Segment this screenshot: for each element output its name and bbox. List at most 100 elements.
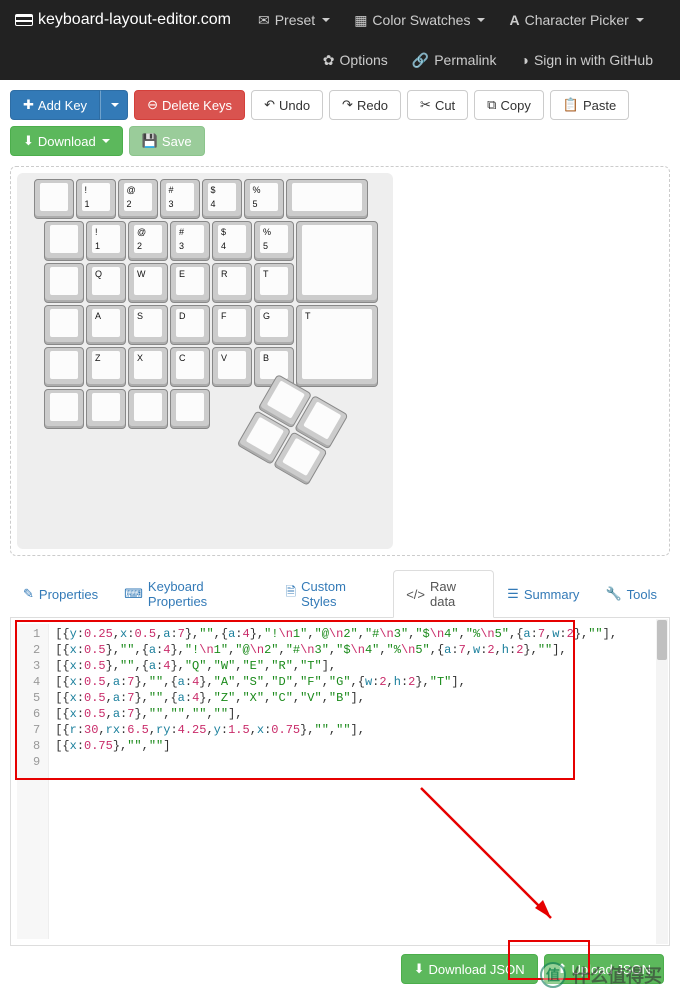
font-icon: A — [509, 12, 519, 28]
key[interactable]: @2 — [128, 221, 168, 261]
code-icon: </> — [406, 587, 425, 602]
watermark-text: 什么值得买 — [572, 962, 662, 988]
code-editor[interactable]: 123456789 [{y:0.25,x:0.5,a:7},"",{a:4},"… — [17, 624, 663, 939]
key[interactable]: V — [212, 347, 252, 387]
key[interactable]: Z — [86, 347, 126, 387]
save-button[interactable]: 💾 Save — [129, 126, 205, 156]
raw-data-pane: 123456789 [{y:0.25,x:0.5,a:7},"",{a:4},"… — [10, 618, 670, 946]
key[interactable] — [44, 347, 84, 387]
key[interactable]: $4 — [202, 179, 242, 219]
key[interactable]: $4 — [212, 221, 252, 261]
plus-icon: ✚ — [23, 97, 34, 113]
key[interactable]: T — [254, 263, 294, 303]
key[interactable]: A — [86, 305, 126, 345]
key[interactable] — [128, 389, 168, 429]
scrollbar-thumb[interactable] — [657, 620, 667, 660]
key[interactable]: T — [296, 305, 378, 387]
keyboard-icon: ⌨ — [124, 586, 143, 602]
download-button[interactable]: ⬇ Download — [10, 126, 123, 156]
navbar: keyboard-layout-editor.com ✉ Preset ▦ Co… — [0, 0, 680, 80]
github-icon: ◑ — [520, 52, 528, 68]
tab-tools[interactable]: 🔧Tools — [592, 570, 670, 618]
list-icon: ☰ — [507, 586, 519, 602]
key[interactable] — [44, 305, 84, 345]
brand[interactable]: keyboard-layout-editor.com — [15, 3, 246, 37]
key[interactable]: X — [128, 347, 168, 387]
redo-icon: ↷ — [342, 97, 353, 113]
minus-icon: ⊖ — [147, 97, 158, 113]
nav-signin-github[interactable]: ◑ Sign in with GitHub — [508, 42, 665, 78]
scrollbar-vertical[interactable] — [656, 619, 668, 944]
cut-button[interactable]: ✂Cut — [407, 90, 468, 120]
tab-summary[interactable]: ☰Summary — [494, 570, 592, 618]
key[interactable] — [34, 179, 74, 219]
redo-button[interactable]: ↷Redo — [329, 90, 401, 120]
main-container: ✚ Add Key ⊖ Delete Keys ↶Undo ↷Redo ✂Cut… — [0, 80, 680, 1000]
add-key-dropdown[interactable] — [100, 90, 128, 120]
key[interactable]: !1 — [86, 221, 126, 261]
envelope-icon: ✉ — [258, 12, 270, 29]
key[interactable]: E — [170, 263, 210, 303]
download-icon: ⬇ — [23, 133, 34, 149]
nav-options[interactable]: ✿ Options — [311, 42, 400, 79]
keyboard-icon — [15, 14, 33, 26]
key[interactable] — [44, 221, 84, 261]
grid-icon: ▦ — [354, 12, 367, 29]
caret-icon — [111, 103, 119, 107]
key[interactable]: #3 — [160, 179, 200, 219]
tab-custom-styles[interactable]: 🗎Custom Styles — [273, 570, 394, 618]
key[interactable]: #3 — [170, 221, 210, 261]
copy-button[interactable]: ⧉Copy — [474, 90, 544, 120]
tab-properties[interactable]: ✎Properties — [10, 570, 111, 618]
gutter: 123456789 — [17, 624, 49, 939]
copy-icon: ⧉ — [487, 97, 496, 113]
key[interactable]: G — [254, 305, 294, 345]
caret-icon — [322, 18, 330, 22]
key[interactable]: %5 — [254, 221, 294, 261]
code-content[interactable]: [{y:0.25,x:0.5,a:7},"",{a:4},"!\n1","@\n… — [49, 624, 623, 939]
gear-icon: ✿ — [323, 52, 335, 69]
add-key-button[interactable]: ✚ Add Key — [10, 90, 100, 120]
key[interactable] — [286, 179, 368, 219]
wrench-icon: 🔧 — [605, 586, 621, 602]
paste-button[interactable]: 📋Paste — [550, 90, 629, 120]
key[interactable] — [86, 389, 126, 429]
undo-icon: ↶ — [264, 97, 275, 113]
key[interactable]: D — [170, 305, 210, 345]
paste-icon: 📋 — [563, 97, 579, 113]
key[interactable] — [296, 221, 378, 303]
download-json-button[interactable]: ⬇ Download JSON — [401, 954, 538, 984]
key[interactable] — [170, 389, 210, 429]
watermark-circle: 值 — [540, 962, 566, 988]
file-icon: 🗎 — [286, 583, 296, 605]
nav-color-swatches[interactable]: ▦ Color Swatches — [342, 2, 497, 39]
key[interactable]: @2 — [118, 179, 158, 219]
delete-keys-button[interactable]: ⊖ Delete Keys — [134, 90, 245, 120]
key[interactable]: S — [128, 305, 168, 345]
key[interactable]: R — [212, 263, 252, 303]
key[interactable]: !1 — [76, 179, 116, 219]
tabs: ✎Properties ⌨Keyboard Properties 🗎Custom… — [10, 570, 670, 618]
key[interactable]: F — [212, 305, 252, 345]
key[interactable]: C — [170, 347, 210, 387]
link-icon: 🔗 — [412, 52, 429, 69]
key[interactable]: Q — [86, 263, 126, 303]
nav-permalink[interactable]: 🔗 Permalink — [400, 42, 509, 79]
cut-icon: ✂ — [420, 97, 431, 113]
pencil-icon: ✎ — [23, 586, 34, 602]
key[interactable]: %5 — [244, 179, 284, 219]
toolbar: ✚ Add Key ⊖ Delete Keys ↶Undo ↷Redo ✂Cut… — [10, 90, 670, 156]
key[interactable]: W — [128, 263, 168, 303]
nav-character-picker[interactable]: A Character Picker — [497, 2, 655, 38]
keyboard-stage[interactable]: !1@2#3$4%5!1@2#3$4%5QWERTASDFGTZXCVB — [17, 173, 393, 549]
tab-keyboard-properties[interactable]: ⌨Keyboard Properties — [111, 570, 273, 618]
download-icon: ⬇ — [414, 961, 425, 977]
caret-icon — [477, 18, 485, 22]
key[interactable] — [44, 389, 84, 429]
undo-button[interactable]: ↶Undo — [251, 90, 323, 120]
key[interactable] — [44, 263, 84, 303]
save-icon: 💾 — [142, 133, 158, 149]
tab-raw-data[interactable]: </>Raw data — [393, 570, 494, 618]
raw-data-footer: ⬇ Download JSON ⬆ Upload JSON 值 什么值得买 — [10, 946, 670, 990]
nav-preset[interactable]: ✉ Preset — [246, 2, 342, 39]
